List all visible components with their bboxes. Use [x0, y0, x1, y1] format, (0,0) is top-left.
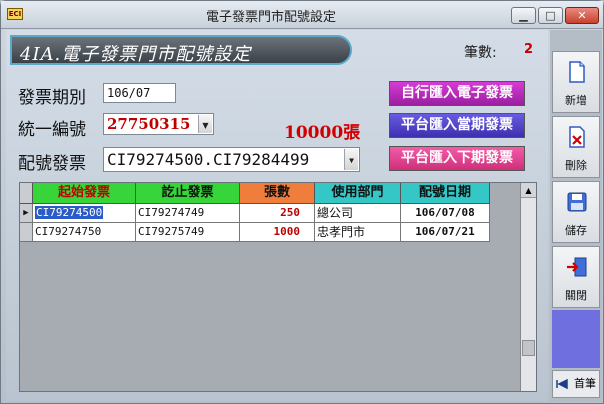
self-import-button[interactable]: 自行匯入電子發票: [389, 81, 525, 106]
table-row[interactable]: CI79274750 CI79275749 1000 忠孝門市 106/07/2…: [20, 223, 490, 242]
close-label: 關閉: [565, 289, 587, 302]
page-title: 4IA.電子發票門市配號設定: [20, 44, 252, 65]
taxid-value: 27750315: [107, 115, 191, 133]
main-panel: 4IA.電子發票門市配號設定 筆數: 2 發票期別 106/07 統一編號 27…: [6, 30, 548, 401]
new-document-icon: [569, 61, 585, 83]
page-banner: 4IA.電子發票門市配號設定: [10, 35, 352, 65]
period-label: 發票期別: [18, 88, 86, 108]
action-sidebar: 新增 刪除 儲存 關閉 首筆: [550, 30, 602, 402]
scroll-up-icon[interactable]: ▲: [521, 183, 536, 198]
assign-value: CI79274500.CI79284499: [107, 150, 310, 169]
maximize-button[interactable]: □: [538, 7, 563, 24]
delete-button[interactable]: 刪除: [552, 116, 600, 178]
first-record-button[interactable]: 首筆: [552, 370, 600, 398]
table-cell[interactable]: 106/07/08: [401, 204, 490, 223]
table-cell[interactable]: CI79274749: [136, 204, 240, 223]
table-cell[interactable]: CI79274500: [33, 204, 136, 223]
column-header[interactable]: 張數: [240, 183, 315, 204]
add-label: 新增: [565, 94, 587, 107]
title-bar[interactable]: ECI 電子發票門市配號設定 ▁ □ ✕: [1, 1, 603, 29]
column-header[interactable]: 使用部門: [315, 183, 401, 204]
table-cell[interactable]: 1000: [240, 223, 315, 242]
chevron-down-icon[interactable]: ▼: [198, 115, 212, 133]
table-cell[interactable]: CI79275749: [136, 223, 240, 242]
period-input[interactable]: 106/07: [103, 83, 176, 103]
platform-current-import-button[interactable]: 平台匯入當期發票: [389, 113, 525, 138]
taxid-select[interactable]: 27750315 ▼: [103, 113, 214, 135]
chevron-down-icon[interactable]: ▼: [344, 149, 358, 170]
record-count-label: 筆數:: [464, 45, 497, 61]
row-indicator: [20, 223, 33, 242]
sidebar-spacer: [552, 310, 600, 368]
delete-label: 刪除: [565, 159, 587, 172]
first-record-label: 首筆: [574, 377, 596, 390]
close-window-button[interactable]: ✕: [565, 7, 599, 24]
app-window: ECI 電子發票門市配號設定 ▁ □ ✕ 4IA.電子發票門市配號設定 筆數: …: [0, 0, 604, 404]
sheet-count: 10000張: [284, 123, 361, 143]
table-cell[interactable]: 250: [240, 204, 315, 223]
assign-select[interactable]: CI79274500.CI79284499 ▼: [103, 147, 360, 172]
floppy-disk-icon: [567, 192, 587, 212]
save-button[interactable]: 儲存: [552, 181, 600, 243]
column-header[interactable]: 起始發票: [33, 183, 136, 204]
invoice-grid[interactable]: 起始發票 訖止發票 張數 使用部門 配號日期 ▶ CI79274500 CI79…: [19, 182, 537, 392]
save-label: 儲存: [565, 224, 587, 237]
record-count-value: 2: [524, 42, 534, 57]
scroll-thumb[interactable]: [522, 340, 535, 356]
exit-door-icon: [567, 257, 587, 277]
window-title: 電子發票門市配號設定: [205, 10, 336, 25]
vertical-scrollbar[interactable]: ▲: [520, 183, 536, 391]
row-header-corner: [20, 183, 33, 204]
close-button[interactable]: 關閉: [552, 246, 600, 308]
table-cell[interactable]: 總公司: [315, 204, 401, 223]
column-header[interactable]: 配號日期: [401, 183, 490, 204]
taxid-label: 統一編號: [18, 120, 86, 140]
first-record-icon: [556, 378, 568, 390]
assign-label: 配號發票: [18, 154, 86, 174]
table-cell[interactable]: 106/07/21: [401, 223, 490, 242]
selected-cell-text: CI79274500: [35, 206, 104, 219]
platform-next-import-button[interactable]: 平台匯入下期發票: [389, 146, 525, 171]
table-cell[interactable]: 忠孝門市: [315, 223, 401, 242]
minimize-button[interactable]: ▁: [511, 7, 536, 24]
table-row[interactable]: ▶ CI79274500 CI79274749 250 總公司 106/07/0…: [20, 204, 490, 223]
delete-document-icon: [569, 126, 585, 148]
add-button[interactable]: 新增: [552, 51, 600, 113]
table-cell[interactable]: CI79274750: [33, 223, 136, 242]
current-row-indicator-icon: ▶: [20, 204, 33, 223]
column-header[interactable]: 訖止發票: [136, 183, 240, 204]
